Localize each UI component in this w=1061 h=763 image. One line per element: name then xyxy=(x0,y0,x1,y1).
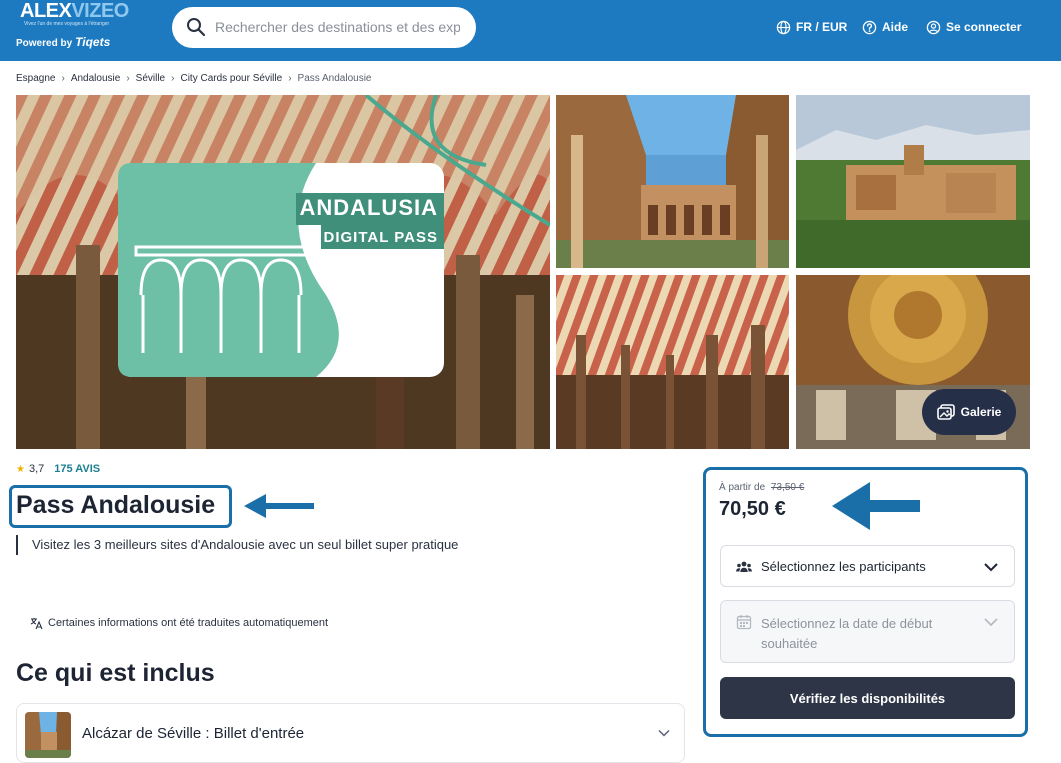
gallery-image-alcazar-courtyard[interactable] xyxy=(556,95,789,268)
site-logo[interactable]: ALEXVIZEO Vivez l'un de mes voyages à l'… xyxy=(16,0,129,52)
top-header: ALEXVIZEO Vivez l'un de mes voyages à l'… xyxy=(0,0,1061,61)
price-from-label: À partir de xyxy=(719,482,766,493)
auto-translation-notice: Certaines informations ont été traduites… xyxy=(30,615,328,631)
user-icon xyxy=(926,20,941,34)
chevron-down-icon xyxy=(984,618,998,627)
chevron-down-icon xyxy=(658,729,670,737)
start-date-select-label: Sélectionnez la date de début souhaitée xyxy=(761,616,933,651)
help-link[interactable]: Aide xyxy=(862,18,908,36)
included-section-title: Ce qui est inclus xyxy=(16,659,215,687)
image-gallery-icon xyxy=(936,404,955,420)
breadcrumb-current: Pass Andalousie xyxy=(297,72,372,84)
logo-wordmark-part2: VIZEO xyxy=(71,0,129,22)
star-icon: ★ xyxy=(16,463,25,475)
current-price: 70,50 € xyxy=(719,498,786,520)
start-date-select[interactable]: Sélectionnez la date de début souhaitée xyxy=(720,600,1015,663)
logo-tagline: Vivez l'un de mes voyages à l'étranger xyxy=(24,21,110,27)
login-link[interactable]: Se connecter xyxy=(926,18,1021,36)
breadcrumb-item[interactable]: Espagne xyxy=(16,73,55,84)
participants-select[interactable]: Sélectionnez les participants xyxy=(720,545,1015,587)
powered-by-brand: Tiqets xyxy=(75,35,111,49)
gallery-image-mezquita[interactable] xyxy=(556,275,789,449)
gallery-image-alhambra[interactable] xyxy=(796,95,1030,268)
breadcrumb-item[interactable]: Andalousie xyxy=(71,73,120,84)
old-price: 73,50 € xyxy=(770,482,805,493)
pass-card-subtitle: DIGITAL PASS xyxy=(323,229,438,246)
help-label: Aide xyxy=(882,20,909,34)
breadcrumb-separator-icon: › xyxy=(61,72,65,84)
chevron-down-icon xyxy=(984,563,998,572)
globe-icon xyxy=(776,20,791,34)
rating-value: 3,7 xyxy=(28,463,45,475)
subtitle-accent-bar xyxy=(16,535,18,555)
logo-wordmark-part1: ALEX xyxy=(20,0,72,22)
included-item-label: Alcázar de Séville : Billet d'entrée xyxy=(82,725,305,742)
search-bar[interactable] xyxy=(172,7,476,48)
gallery-button-label: Galerie xyxy=(960,405,1002,419)
included-item-accordion[interactable]: Alcázar de Séville : Billet d'entrée xyxy=(16,703,685,763)
powered-by: Powered by Tiqets xyxy=(16,35,110,49)
login-label: Se connecter xyxy=(946,20,1022,34)
language-currency-selector[interactable]: FR / EUR xyxy=(776,18,847,36)
main-product-image[interactable]: ANDALUSIA DIGITAL PASS xyxy=(16,95,550,449)
search-input[interactable] xyxy=(215,17,460,37)
search-icon xyxy=(187,18,206,37)
breadcrumb-separator-icon: › xyxy=(288,72,292,84)
breadcrumb-separator-icon: › xyxy=(171,72,175,84)
breadcrumb: Espagne › Andalousie › Séville › City Ca… xyxy=(16,71,371,85)
logo-wordmark: ALEXVIZEO xyxy=(20,0,129,22)
breadcrumb-item[interactable]: City Cards pour Séville xyxy=(180,73,282,84)
pass-card-title: ANDALUSIA xyxy=(299,195,438,220)
breadcrumb-item[interactable]: Séville xyxy=(136,73,165,84)
product-subtitle: Visitez les 3 meilleurs sites d'Andalous… xyxy=(32,537,459,552)
arrow-left-icon xyxy=(832,482,920,530)
price-from: À partir de 73,50 € xyxy=(719,482,804,493)
rating-summary: ★ 3,7 175 AVIS xyxy=(16,462,100,476)
reviews-link[interactable]: 175 AVIS xyxy=(54,463,100,475)
included-item-thumbnail xyxy=(25,712,71,758)
powered-by-label: Powered by xyxy=(16,38,73,49)
help-icon xyxy=(862,20,877,34)
auto-translation-text: Certaines informations ont été traduites… xyxy=(48,617,329,629)
calendar-icon xyxy=(736,615,752,630)
breadcrumb-separator-icon: › xyxy=(126,72,130,84)
page-title: Pass Andalousie xyxy=(16,491,216,519)
check-availability-button[interactable]: Vérifiez les disponibilités xyxy=(720,677,1015,719)
language-currency-label: FR / EUR xyxy=(796,20,848,34)
translate-icon xyxy=(30,617,43,629)
participants-select-label: Sélectionnez les participants xyxy=(761,559,926,574)
gallery-button[interactable]: Galerie xyxy=(922,389,1016,435)
group-users-icon xyxy=(736,561,752,572)
arrow-left-icon xyxy=(244,494,314,518)
